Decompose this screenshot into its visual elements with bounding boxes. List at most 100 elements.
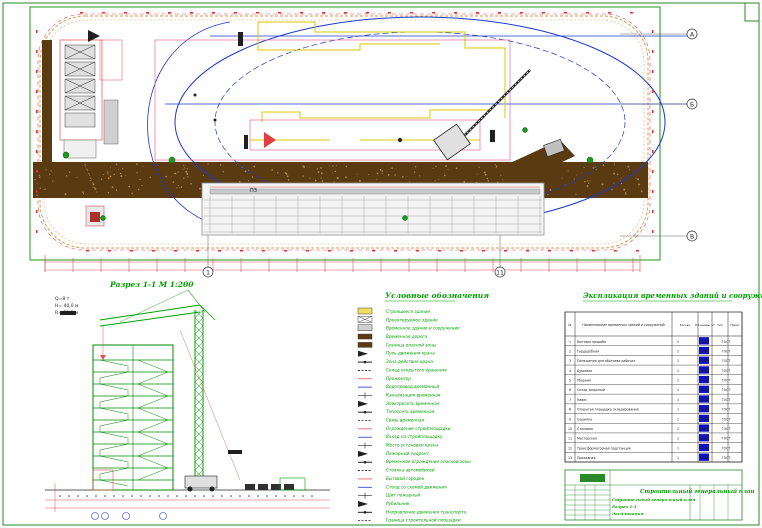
legend-label: Водопровод временный <box>386 384 439 389</box>
table-cell: Проходная <box>577 456 595 460</box>
legend-item: Рубильник <box>358 500 410 507</box>
legend-item: Строящееся здание <box>357 307 430 315</box>
table-cell: ГОСТ <box>722 417 731 421</box>
legend-item: Щит пожарный <box>358 492 420 499</box>
table-cell: 8 <box>569 408 571 412</box>
table-cell: 18,0 <box>701 359 708 363</box>
table-cell: 1 <box>569 340 571 344</box>
table-header: Тип <box>716 323 723 327</box>
table-cell: 9 <box>569 417 571 421</box>
axis-marker: 11 <box>496 270 504 277</box>
table-cell: 1 <box>677 379 679 383</box>
legend-label: Граница строительной площадки <box>386 518 461 523</box>
table-cell: 1 <box>677 340 679 344</box>
table-cell: Душевая <box>577 369 592 373</box>
legend-label: Стоянка автомобилей <box>386 468 435 473</box>
table-cell: Сушилка <box>577 417 592 421</box>
legend-label: Временное здание и сооружение <box>386 326 460 331</box>
section-title: Разрез 1-1 М 1:200 <box>109 280 194 289</box>
legend-item: Граница опасной зоны <box>357 342 437 348</box>
table-cell: Трансформаторная подстанция <box>576 446 631 450</box>
table-cell: ГОСТ <box>722 408 731 412</box>
table-cell: ГОСТ <box>722 427 731 431</box>
legend-label: Рубильник <box>386 501 410 506</box>
table-cell: Навес <box>577 398 587 402</box>
table-header: Кол-во <box>680 323 691 327</box>
legend-item: Канализация временная <box>358 392 441 399</box>
legend-item: Водопровод временный <box>358 384 439 389</box>
legend-label: Граница опасной зоны <box>386 342 437 347</box>
table-cell: 11 <box>568 437 572 441</box>
crane-notes: Q=8 т Н= 40,0 м R= 25,0 м <box>55 296 78 316</box>
table-header: Наименование временных зданий и сооружен… <box>582 323 664 327</box>
table-title: Экспликация временных зданий и сооружени… <box>583 291 762 300</box>
legend-label: Бытовой городок <box>386 476 425 481</box>
table-cell: Мастерская <box>577 437 597 441</box>
legend-item: Стенд со схемой движения <box>358 484 447 489</box>
table-cell: ГОСТ <box>722 446 731 450</box>
legend-title: Условные обозначения <box>385 291 489 300</box>
table-cell: ГОСТ <box>722 340 731 344</box>
table-cell: 9,0 <box>702 446 707 450</box>
legend-label: Стенд со схемой движения <box>386 484 447 489</box>
table-cell: Склад закрытый <box>577 388 605 392</box>
title-block: Строительный генеральный план Строительн… <box>564 469 755 521</box>
legend-label: Теплосеть временная <box>386 409 435 414</box>
legend-item: Склад открытого хранения <box>358 367 447 372</box>
legend-item: Въезд на стройплощадку <box>358 434 443 439</box>
table-cell: 1 <box>677 369 679 373</box>
table-cell: 1 <box>677 359 679 363</box>
legend-item: Проектируемое здание <box>357 316 438 323</box>
legend-item: Ограждение стройплощадки <box>358 426 451 431</box>
table-cell: 1 <box>677 417 679 421</box>
legend-label: Связь временная <box>386 418 424 423</box>
table-cell: 1 <box>677 349 679 353</box>
legend-label: Путь движения крана <box>386 351 435 356</box>
legend-item: Связь временная <box>358 418 424 423</box>
table-cell: 1 <box>677 437 679 441</box>
table-cell: Уборная <box>577 379 591 383</box>
table-cell: 420 <box>702 408 708 412</box>
stamp-title: Строительный генеральный план <box>640 488 755 495</box>
axis-marker: В <box>690 234 694 241</box>
legend-item: Граница строительной площадки <box>358 518 461 523</box>
table-cell: 36,0 <box>701 388 708 392</box>
table-cell: 12 <box>568 446 572 450</box>
table-cell: 6,0 <box>702 456 707 460</box>
building-label: ПЗ <box>250 188 257 194</box>
legend-label: Временное ограждение опасной зоны <box>386 459 471 464</box>
table-cell: 4 <box>569 369 571 373</box>
table-cell: ГОСТ <box>722 349 731 353</box>
building-under-construction: ПЗ <box>201 182 545 236</box>
table-cell: 12,0 <box>701 417 708 421</box>
legend-item: Место установки крана <box>358 442 438 449</box>
axis-marker: 1 <box>206 270 210 277</box>
legend-label: Щит пожарный <box>386 493 420 498</box>
legend-label: Временная дорога <box>386 334 428 339</box>
table-cell: Столовая <box>577 427 593 431</box>
table-cell: 18,0 <box>701 437 708 441</box>
legend-item: Пожарный гидрант <box>358 450 430 457</box>
table-cell: Открытая площадка складирования <box>577 408 639 412</box>
table-cell: ГОСТ <box>722 379 731 383</box>
table-cell: 10 <box>568 427 572 431</box>
legend-item: Путь движения крана <box>358 350 435 357</box>
legend-item: Прожектор <box>358 376 411 381</box>
table-cell: 13 <box>568 456 572 460</box>
table-cell: Гардеробная <box>577 349 599 353</box>
legend: Условные обозначения Строящееся здание Пр… <box>357 291 489 523</box>
crane-note: Q=8 т <box>55 296 70 302</box>
table-cell: ГОСТ <box>722 359 731 363</box>
table-cell: 7 <box>569 398 571 402</box>
site-plan: ПЗ А Б В 1 11 <box>29 6 698 278</box>
legend-item: Теплосеть временная <box>358 409 435 414</box>
table-cell: Помещение для обогрева рабочих <box>577 359 635 363</box>
table-header: № <box>568 323 571 327</box>
drawing-sheet: ПЗ А Б В 1 11 Разрез 1-1 М 1:200 Q=8 т Н… <box>2 2 762 526</box>
table-cell: 24,0 <box>701 398 708 402</box>
legend-label: Строящееся здание <box>386 309 430 314</box>
table-cell: ГОСТ <box>722 398 731 402</box>
axis-markers-right: А Б В <box>620 28 698 242</box>
table-cell: 1 <box>677 446 679 450</box>
table-cell: 1 <box>677 456 679 460</box>
